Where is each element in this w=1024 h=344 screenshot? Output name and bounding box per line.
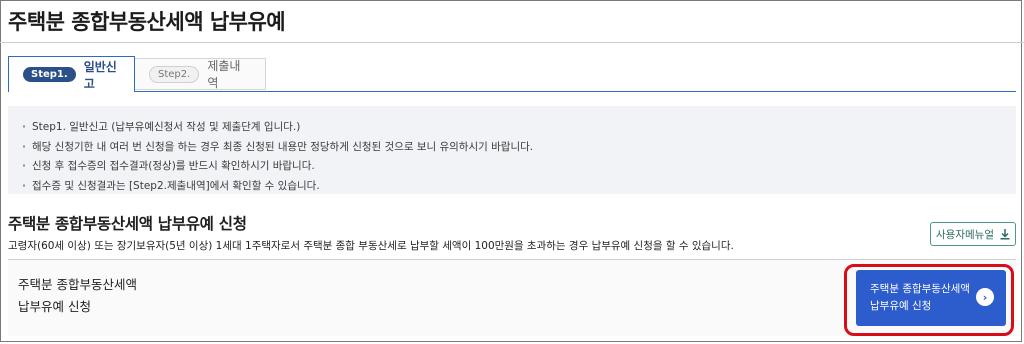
section-description: 고령자(60세 이상) 또는 장기보유자(5년 이상) 1세대 1주택자로서 주…: [8, 240, 734, 252]
service-name-line2: 납부유예 신청: [18, 299, 91, 314]
title-divider: [0, 42, 1024, 43]
tab-step2[interactable]: Step2. 제출내역: [135, 58, 266, 90]
service-name-line1: 주택분 종합부동산세액: [18, 277, 137, 292]
tab-label: 일반신고: [83, 59, 117, 91]
notice-box: Step1. 일반신고 (납부유예신청서 작성 및 제출단계 입니다.) 해당 …: [8, 106, 1016, 197]
tab-baseline: [8, 91, 1016, 92]
user-manual-button[interactable]: 사용자메뉴얼: [930, 222, 1016, 246]
manual-button-label: 사용자메뉴얼: [936, 228, 994, 241]
page-title: 주택분 종합부동산세액 납부유예: [8, 10, 286, 34]
download-icon: [1000, 228, 1010, 239]
service-name: 주택분 종합부동산세액 납부유예 신청: [18, 274, 137, 318]
chevron-right-icon: ›: [976, 288, 994, 306]
step-badge: Step1.: [23, 67, 76, 82]
step-badge: Step2.: [149, 65, 200, 83]
apply-button[interactable]: 주택분 종합부동산세액 납부유예 신청 ›: [856, 270, 1006, 326]
notice-item: Step1. 일반신고 (납부유예신청서 작성 및 제출단계 입니다.): [22, 118, 1002, 138]
section-title: 주택분 종합부동산세액 납부유예 신청: [8, 215, 247, 233]
tab-step1[interactable]: Step1. 일반신고: [8, 56, 135, 92]
notice-item: 신청 후 접수증의 접수결과(정상)를 반드시 확인하시기 바랍니다.: [22, 157, 1002, 177]
notice-item: 해당 신청기한 내 여러 번 신청을 하는 경우 최종 신청된 내용만 정당하게…: [22, 138, 1002, 158]
tab-label: 제출내역: [207, 59, 241, 90]
service-row: 주택분 종합부동산세액 납부유예 신청 주택분 종합부동산세액 납부유예 신청 …: [8, 260, 1016, 336]
notice-item: 접수증 및 신청결과는 [Step2.제출내역]에서 확인할 수 있습니다.: [22, 177, 1002, 197]
